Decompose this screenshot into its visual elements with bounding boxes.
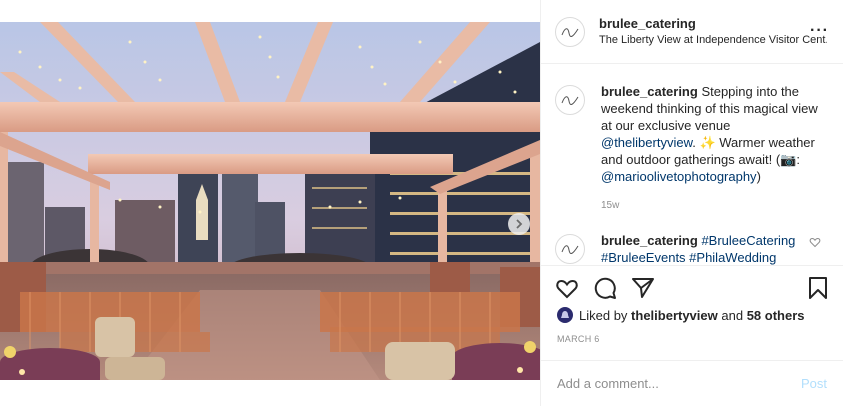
avatar[interactable]: [555, 85, 585, 115]
share-button[interactable]: [631, 276, 655, 300]
action-bar: [541, 265, 843, 309]
likes-prefix: Liked by: [579, 307, 628, 323]
liker-avatar[interactable]: [557, 307, 573, 323]
mention-link[interactable]: @marioolivetophotography: [601, 169, 757, 184]
comments-section: brulee_catering Stepping into the weeken…: [541, 65, 843, 265]
header-username[interactable]: brulee_catering: [599, 16, 827, 32]
avatar[interactable]: [555, 16, 585, 47]
caption: brulee_catering Stepping into the weeken…: [555, 83, 829, 214]
post-header: brulee_catering The Liberty View at Inde…: [541, 0, 843, 64]
liker-username[interactable]: thelibertyview: [631, 308, 718, 323]
brulee-logo-icon: [561, 27, 579, 37]
bookmark-icon: [809, 276, 827, 299]
likes-middle: and: [721, 307, 744, 323]
location-link[interactable]: The Liberty View at Independence Visitor…: [599, 32, 827, 48]
comment-icon: [594, 277, 616, 299]
share-icon: [632, 277, 654, 298]
chevron-right-icon: [516, 219, 523, 229]
mention-link[interactable]: @thelibertyview: [601, 135, 692, 150]
bell-icon: [561, 311, 569, 318]
venue-photo: [0, 22, 540, 380]
caption-username[interactable]: brulee_catering: [601, 84, 698, 99]
comment-item: brulee_catering #BruleeCatering #BruleeE…: [555, 232, 829, 265]
brulee-logo-icon: [561, 245, 579, 254]
brulee-logo-icon: [561, 96, 579, 105]
post-details-panel: brulee_catering The Liberty View at Inde…: [540, 0, 843, 406]
heart-outline-icon: [809, 237, 821, 248]
like-comment-button[interactable]: [809, 235, 821, 253]
avatar[interactable]: [555, 234, 585, 264]
caption-text: ): [756, 169, 761, 184]
save-button[interactable]: [807, 276, 829, 300]
likes-summary: Liked by thelibertyview and 58 others: [557, 307, 805, 323]
post-date[interactable]: MARCH 6: [557, 334, 600, 344]
comment-input[interactable]: [557, 376, 801, 391]
comment-button[interactable]: [593, 276, 617, 300]
like-button[interactable]: [555, 276, 579, 300]
add-comment-bar: Post: [541, 360, 843, 406]
carousel-next-button[interactable]: [508, 213, 530, 235]
likes-count[interactable]: 58 others: [747, 308, 805, 323]
caption-timestamp[interactable]: 15w: [601, 197, 821, 214]
heart-icon: [556, 279, 578, 298]
post-comment-button[interactable]: Post: [801, 376, 827, 391]
more-options-icon[interactable]: ···: [810, 22, 829, 40]
post-photo[interactable]: [0, 22, 540, 380]
comment-username[interactable]: brulee_catering: [601, 233, 698, 248]
